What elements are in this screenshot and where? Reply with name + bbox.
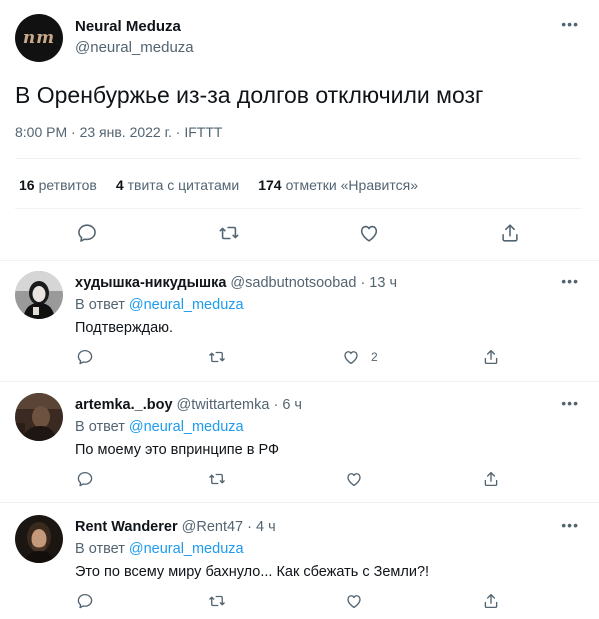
in-reply-prefix: В ответ — [75, 297, 129, 313]
reply-icon[interactable] — [76, 470, 94, 488]
like-icon[interactable] — [342, 348, 360, 366]
share-icon[interactable] — [482, 348, 500, 366]
tweet-text: В Оренбуржье из-за долгов отключили мозг — [15, 82, 484, 108]
retweet-icon[interactable] — [218, 222, 240, 244]
likes-label: отметки «Нравится» — [285, 177, 418, 193]
reply-icon[interactable] — [76, 592, 94, 610]
mention-link[interactable]: @neural_meduza — [129, 541, 244, 557]
share-icon[interactable] — [482, 470, 500, 488]
mention-link[interactable]: @neural_meduza — [129, 297, 244, 313]
reply-tweet[interactable]: Rent Wanderer @Rent47 · 4 ч ••• В ответ … — [0, 505, 599, 619]
in-reply-to: В ответ @neural_meduza — [75, 419, 244, 435]
avatar[interactable] — [15, 393, 63, 441]
reply-author-meta[interactable]: @twittartemka · 6 ч — [173, 397, 302, 413]
reply-author-name[interactable]: artemka._.boy — [75, 397, 173, 413]
in-reply-to: В ответ @neural_meduza — [75, 541, 244, 557]
author-name[interactable]: Neural Meduza — [75, 18, 181, 35]
avatar[interactable]: nm — [15, 14, 63, 62]
retweets-label: ретвитов — [38, 177, 97, 193]
in-reply-prefix: В ответ — [75, 419, 129, 435]
main-tweet: nm Neural Meduza @neural_meduza ••• В Ор… — [0, 0, 599, 262]
quotes-label: твита с цитатами — [127, 177, 240, 193]
reply-author-name[interactable]: худышка-никудышка — [75, 275, 226, 291]
reply-author-meta[interactable]: @sadbutnotsoobad · 13 ч — [226, 275, 397, 291]
reply-header: artemka._.boy @twittartemka · 6 ч — [75, 397, 302, 413]
reply-tweet[interactable]: худышка-никудышка @sadbutnotsoobad · 13 … — [0, 261, 599, 382]
retweet-icon[interactable] — [208, 348, 226, 366]
reply-author-meta[interactable]: @Rent47 · 4 ч — [178, 519, 276, 535]
divider — [0, 502, 599, 503]
retweets-stat[interactable]: 16 ретвитов — [19, 177, 97, 193]
like-count: 2 — [371, 350, 378, 364]
share-icon[interactable] — [482, 592, 500, 610]
tweet-actions — [0, 222, 599, 250]
in-reply-prefix: В ответ — [75, 541, 129, 557]
reply-tweet[interactable]: artemka._.boy @twittartemka · 6 ч ••• В … — [0, 383, 599, 504]
reply-text: Это по всему миру бахнуло... Как сбежать… — [75, 564, 430, 580]
quotes-stat[interactable]: 4 твита с цитатами — [116, 177, 239, 193]
reply-text: Подтверждаю. — [75, 320, 174, 336]
share-icon[interactable] — [499, 222, 521, 244]
avatar[interactable] — [15, 271, 63, 319]
like-icon[interactable] — [345, 470, 363, 488]
likes-count: 174 — [258, 177, 282, 193]
more-options-icon[interactable]: ••• — [561, 16, 579, 32]
more-options-icon[interactable]: ••• — [561, 517, 579, 533]
tweet-stats: 16 ретвитов 4 твита с цитатами 174 отметки … — [19, 177, 437, 193]
more-options-icon[interactable]: ••• — [561, 273, 579, 289]
reply-text: По моему это впринципе в РФ — [75, 442, 280, 458]
quotes-count: 4 — [115, 177, 124, 193]
retweet-icon[interactable] — [208, 470, 226, 488]
divider — [15, 158, 581, 159]
reply-actions — [0, 470, 599, 490]
reply-header: Rent Wanderer @Rent47 · 4 ч — [75, 519, 276, 535]
like-icon[interactable] — [345, 592, 363, 610]
like-icon[interactable] — [358, 222, 380, 244]
retweets-count: 16 — [19, 177, 35, 193]
more-options-icon[interactable]: ••• — [561, 395, 579, 411]
retweet-icon[interactable] — [208, 592, 226, 610]
reply-actions — [0, 592, 599, 612]
reply-actions: 2 — [0, 348, 599, 368]
likes-stat[interactable]: 174 отметки «Нравится» — [258, 177, 418, 193]
divider — [0, 381, 599, 382]
avatar[interactable] — [15, 515, 63, 563]
divider — [15, 208, 581, 209]
reply-icon[interactable] — [76, 222, 98, 244]
reply-header: худышка-никудышка @sadbutnotsoobad · 13 … — [75, 275, 397, 291]
in-reply-to: В ответ @neural_meduza — [75, 297, 244, 313]
tweet-meta[interactable]: 8:00 PM · 23 янв. 2022 г. · IFTTT — [15, 124, 222, 140]
mention-link[interactable]: @neural_meduza — [129, 419, 244, 435]
author-handle[interactable]: @neural_meduza — [75, 39, 194, 56]
reply-icon[interactable] — [76, 348, 94, 366]
reply-author-name[interactable]: Rent Wanderer — [75, 519, 178, 535]
avatar-logo-text: nm — [22, 28, 56, 48]
